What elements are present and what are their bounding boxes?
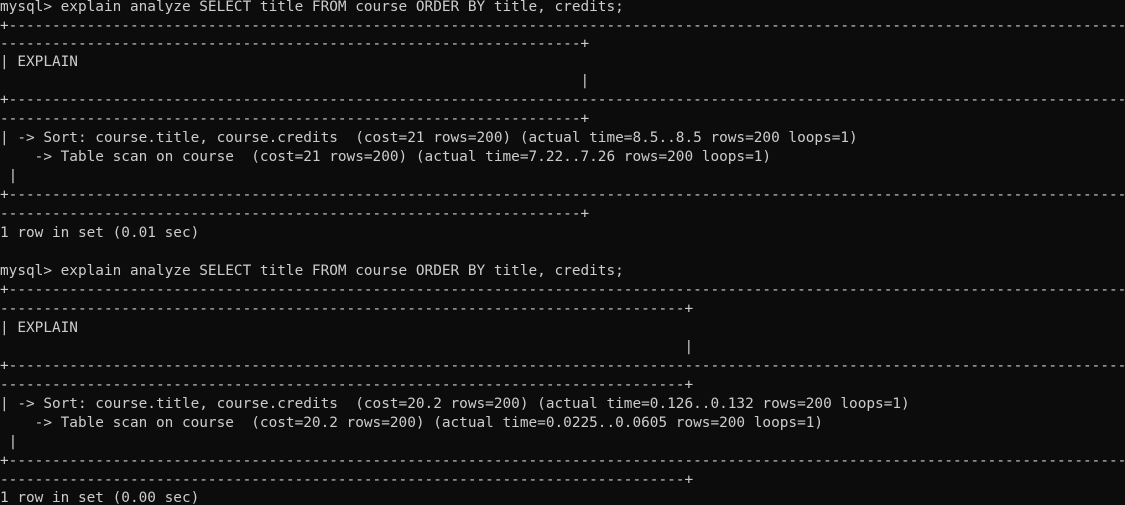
table-border-line: ----------------------------------------… [0,472,694,488]
explain-table-scan-line: -> Table scan on course (cost=20.2 rows=… [0,415,824,431]
table-border-line: ----------------------------------------… [0,206,590,222]
table-border-line: ----------------------------------------… [0,111,590,127]
table-header-end-line: | [0,73,590,89]
table-border-line: +---------------------------------------… [0,187,1125,203]
table-border-line: +---------------------------------------… [0,282,1125,298]
table-border-line: +---------------------------------------… [0,18,1125,34]
table-header-line: | EXPLAIN [0,54,78,70]
explain-table-scan-line: -> Table scan on course (cost=21 rows=20… [0,149,772,165]
table-border-line: +---------------------------------------… [0,453,1125,469]
table-border-line: +---------------------------------------… [0,358,1125,374]
table-header-end-line: | [0,339,694,355]
explain-sort-line: | -> Sort: course.title, course.credits … [0,396,910,412]
result-summary-line: 1 row in set (0.01 sec) [0,225,200,241]
table-border-line: ----------------------------------------… [0,36,590,52]
table-header-line: | EXPLAIN [0,320,78,336]
table-row-end-line: | [0,434,18,450]
table-border-line: ----------------------------------------… [0,301,694,317]
command-prompt-line: mysql> explain analyze SELECT title FROM… [0,263,624,279]
table-border-line: +---------------------------------------… [0,92,1125,108]
table-row-end-line: | [0,168,18,184]
terminal-window[interactable]: mysql> explain analyze SELECT title FROM… [0,0,1125,505]
result-summary-line: 1 row in set (0.00 sec) [0,490,200,505]
command-prompt-line: mysql> explain analyze SELECT title FROM… [0,0,624,15]
explain-sort-line: | -> Sort: course.title, course.credits … [0,130,858,146]
table-border-line: ----------------------------------------… [0,377,694,393]
